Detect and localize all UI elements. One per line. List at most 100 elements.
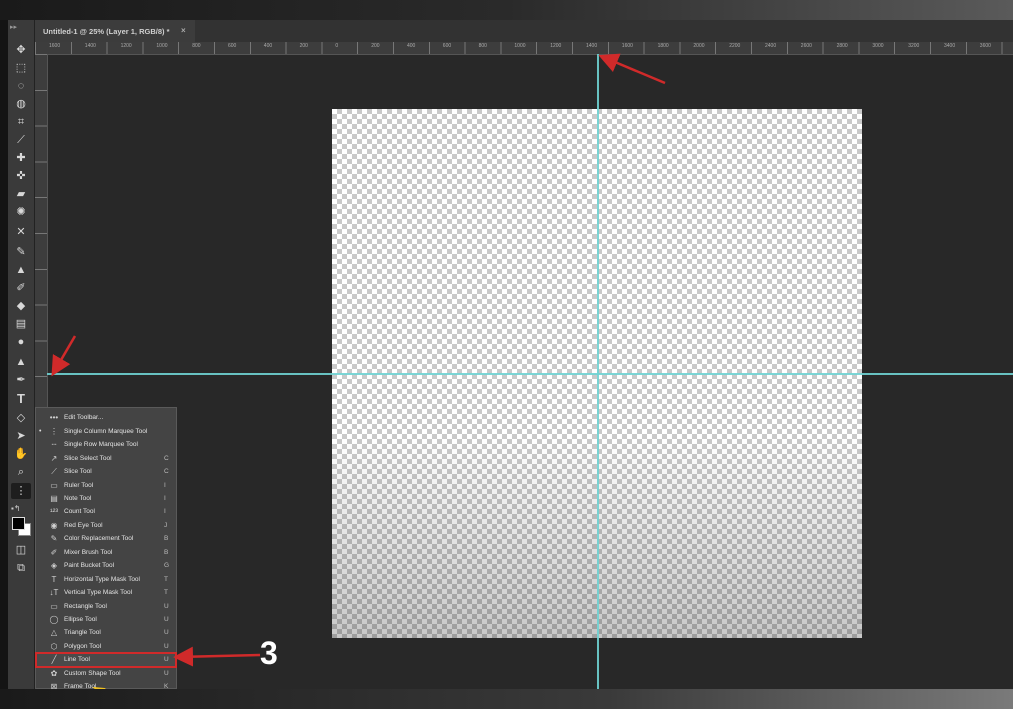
eyedropper-icon[interactable]: ⟋ — [11, 132, 31, 148]
type-icon[interactable]: T — [11, 390, 31, 406]
flyout-item-line-tool[interactable]: ╱ Line Tool U — [35, 652, 177, 668]
flyout-item-triangle-tool[interactable]: △ Triangle Tool U — [36, 626, 176, 640]
flyout-item-label: Paint Bucket Tool — [64, 562, 115, 570]
gradient-icon[interactable]: ▤ — [11, 316, 31, 332]
red-eye-icon: ◉ — [50, 520, 58, 530]
ruler-tick-label: 1000 — [156, 43, 168, 49]
flyout-item-horizontal-type-mask-tool[interactable]: T Horizontal Type Mask Tool T — [36, 572, 176, 586]
flyout-item-custom-shape-tool[interactable]: ✿ Custom Shape Tool U — [36, 667, 176, 681]
single-column-icon: ⋮ — [50, 426, 58, 436]
ruler-tick-label: 1800 — [657, 43, 669, 49]
history-brush-icon[interactable]: ✐ — [11, 280, 31, 296]
flyout-item-label: Note Tool — [64, 494, 92, 502]
patch-icon[interactable]: ▰ — [11, 186, 31, 202]
horizontal-ruler[interactable]: 1600 1400 1200 1000 800 600 400 200 0 200 400 600 80… — [35, 42, 1013, 55]
quick-select-icon[interactable]: ◍ — [11, 96, 31, 112]
flyout-item-ellipse-tool[interactable]: ◯ Ellipse Tool U — [36, 613, 176, 627]
path-select-icon[interactable]: ◇ — [11, 410, 31, 426]
shortcut-key: U — [164, 602, 169, 610]
horizontal-guide[interactable] — [47, 373, 1013, 375]
shortcut-key: G — [164, 562, 170, 570]
shortcut-key: I — [164, 508, 166, 516]
document-tab-title: Untitled-1 @ 25% (Layer 1, RGB/8) * — [43, 26, 170, 36]
screen-frame-left — [0, 20, 8, 689]
content-aware-icon[interactable]: ✕ — [11, 224, 31, 240]
lasso-icon[interactable]: ◌ — [11, 78, 31, 94]
default-colors-icon[interactable]: ▪↰ — [11, 504, 21, 513]
ruler-tick-label: 1200 — [120, 43, 132, 49]
count-icon: ¹²³ — [50, 507, 58, 517]
direct-select-icon[interactable]: ➤ — [11, 428, 31, 444]
flyout-item-mixer-brush-tool[interactable]: ✐ Mixer Brush Tool B — [36, 546, 176, 560]
ruler-tick-label: 2200 — [729, 43, 741, 49]
tools-flyout-menu: ••• Edit Toolbar... • ⋮ Single Column Marque… — [35, 407, 177, 691]
close-icon[interactable]: × — [181, 26, 186, 35]
screen-mode-icon[interactable]: ⧉ — [11, 560, 31, 576]
shortcut-key: T — [164, 589, 168, 597]
custom-shape-icon: ✿ — [50, 668, 58, 678]
step-number-label: 3 — [260, 635, 278, 671]
spot-heal-icon[interactable]: ✜ — [11, 168, 31, 184]
flyout-item-vertical-type-mask-tool[interactable]: ↓T Vertical Type Mask Tool T — [36, 586, 176, 600]
slice-icon: ⟋ — [51, 466, 57, 476]
flyout-item-ruler-tool[interactable]: ▭ Ruler Tool I — [36, 478, 176, 492]
ruler-tick-label: 2000 — [693, 43, 705, 49]
pen-icon[interactable]: ✒ — [11, 372, 31, 388]
healing-brush-icon[interactable]: ✚ — [11, 150, 31, 166]
shortcut-key: U — [164, 656, 169, 664]
blur-icon[interactable]: ● — [11, 334, 31, 350]
flyout-item-edit-toolbar[interactable]: ••• Edit Toolbar... — [36, 411, 176, 425]
mixer-brush-icon: ✐ — [50, 547, 58, 557]
flyout-item-color-replacement-tool[interactable]: ✎ Color Replacement Tool B — [36, 532, 176, 546]
note-icon: ▤ — [50, 493, 58, 503]
flyout-item-red-eye-tool[interactable]: ◉ Red Eye Tool J — [36, 519, 176, 533]
more-tools-icon[interactable]: ⋮ — [11, 483, 31, 499]
flyout-item-polygon-tool[interactable]: ⬡ Polygon Tool U — [36, 640, 176, 654]
ruler-tick-label: 200 — [371, 43, 380, 49]
quick-mask-icon[interactable]: ◫ — [11, 542, 31, 558]
document-tab[interactable]: Untitled-1 @ 25% (Layer 1, RGB/8) * × — [35, 20, 195, 42]
frequency-icon[interactable]: ✺ — [11, 204, 31, 220]
ruler-tick-label: 1000 — [514, 43, 526, 49]
ellipse-icon: ◯ — [49, 615, 59, 624]
vertical-guide[interactable] — [597, 54, 599, 689]
shortcut-key: I — [164, 481, 166, 489]
paint-bucket-icon: ◈ — [50, 561, 58, 571]
flyout-item-count-tool[interactable]: ¹²³ Count Tool I — [36, 505, 176, 519]
stamp-icon[interactable]: ▲ — [11, 262, 31, 278]
ruler-tick-label: 3000 — [872, 43, 884, 49]
eraser-icon[interactable]: ◆ — [11, 298, 31, 314]
ruler-icon: ▭ — [50, 480, 58, 490]
move-icon[interactable]: ✥ — [11, 42, 31, 58]
flyout-item-paint-bucket-tool[interactable]: ◈ Paint Bucket Tool G — [36, 559, 176, 573]
ruler-tick-label: 400 — [407, 43, 416, 49]
flyout-item-single-row-marquee-tool[interactable]: ┄ Single Row Marquee Tool — [36, 438, 176, 452]
panel-grip-icon[interactable]: ▸▸ — [10, 23, 17, 31]
ruler-tick-label: 3400 — [944, 43, 956, 49]
selected-indicator: • — [39, 427, 42, 435]
v-type-mask-icon: ↓T — [49, 588, 59, 598]
crop-icon[interactable]: ⌗ — [11, 114, 31, 130]
flyout-item-label: Single Column Marquee Tool — [64, 427, 148, 435]
foreground-color-swatch[interactable] — [12, 517, 25, 530]
slice-select-icon: ↗ — [50, 453, 58, 463]
flyout-item-single-column-marquee-tool[interactable]: • ⋮ Single Column Marquee Tool — [36, 424, 176, 438]
brush-icon[interactable]: ✎ — [11, 244, 31, 260]
flyout-item-label: Mixer Brush Tool — [64, 548, 113, 556]
marquee-icon[interactable]: ⬚ — [11, 60, 31, 76]
shortcut-key: B — [164, 548, 169, 556]
ruler-tick-label: 1600 — [49, 43, 61, 49]
flyout-item-slice-tool[interactable]: ⟋ Slice Tool C — [36, 465, 176, 479]
document-tab-bar: Untitled-1 @ 25% (Layer 1, RGB/8) * × — [35, 20, 1013, 42]
flyout-item-label: Line Tool — [64, 656, 90, 664]
flyout-item-rectangle-tool[interactable]: ▭ Rectangle Tool U — [36, 599, 176, 613]
flyout-item-slice-select-tool[interactable]: ↗ Slice Select Tool C — [36, 451, 176, 465]
hand-icon[interactable]: ✋ — [11, 446, 31, 462]
dodge-icon[interactable]: ▲ — [11, 354, 31, 370]
ruler-tick-label: 1600 — [621, 43, 633, 49]
flyout-item-note-tool[interactable]: ▤ Note Tool I — [36, 492, 176, 506]
ruler-tick-label: 2800 — [836, 43, 848, 49]
flyout-item-label: Vertical Type Mask Tool — [64, 589, 133, 597]
zoom-icon[interactable]: ⌕ — [11, 464, 31, 480]
screen-frame-top — [0, 0, 1013, 20]
